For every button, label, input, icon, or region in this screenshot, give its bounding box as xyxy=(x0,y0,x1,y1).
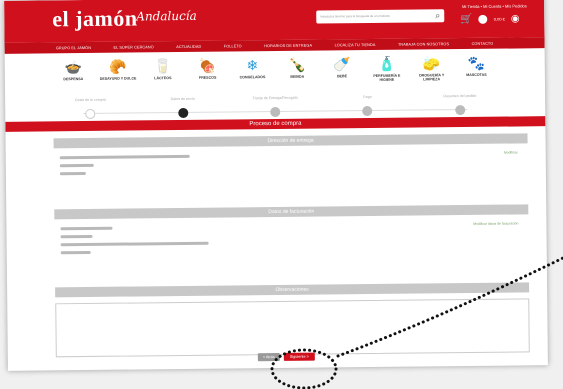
nav-item[interactable]: EL SÚPER CERCANO xyxy=(113,45,153,49)
search-icon[interactable]: ⌕ xyxy=(435,10,440,21)
step-indicator xyxy=(177,107,188,119)
perfume-icon: 🧴 xyxy=(377,55,396,72)
search-placeholder: Introduzca término para la búsqueda de u… xyxy=(320,13,390,19)
checkout-page: el jamón Andalucía Introduzca término pa… xyxy=(4,0,548,371)
brand-logo[interactable]: el jamón xyxy=(52,5,138,32)
form-buttons: < Atrás Siguiente > xyxy=(257,352,315,362)
category-bebida[interactable]: 🍾 BEBIDA xyxy=(277,56,317,92)
step-indicator xyxy=(270,106,281,118)
category-frescos[interactable]: 🍖 FRESCOS xyxy=(187,57,227,93)
delivery-phone-line xyxy=(59,171,86,176)
delivery-modify-link[interactable]: Modificar xyxy=(504,150,518,154)
paw-icon: 🐾 xyxy=(467,54,486,71)
billing-section: Datos de facturación Modificar datos de … xyxy=(54,204,529,255)
search-input[interactable]: Introduzca término para la búsqueda de u… xyxy=(316,9,445,24)
brand-logo-script: Andalucía xyxy=(136,8,197,24)
cart-amount: 0,00 € xyxy=(493,16,505,22)
nav-item[interactable]: HORARIOS DE ENTREGA xyxy=(264,43,312,48)
baby-icon: 🍼 xyxy=(333,56,351,73)
breakfast-icon: 🥐 xyxy=(109,58,127,75)
fresh-icon: 🍖 xyxy=(198,57,217,74)
billing-address-line xyxy=(60,241,209,247)
nav-item[interactable]: CONTACTO xyxy=(472,41,494,45)
nav-item[interactable]: ACTUALIDAD xyxy=(176,44,201,48)
observations-header: Observaciones xyxy=(55,282,530,298)
delivery-header: Dirección de entrega xyxy=(53,133,528,149)
snowflake-icon: ❄ xyxy=(246,57,259,74)
site-header: el jamón Andalucía Introduzca término pa… xyxy=(4,0,545,43)
nav-item[interactable]: GRUPO EL JAMÓN xyxy=(56,45,91,49)
header-icons: 🛒 0,00 € ◉ xyxy=(460,13,519,25)
delivery-address-line xyxy=(59,154,190,160)
category-drogueria[interactable]: 🧽 DROGUERÍA Y LIMPIEZA xyxy=(411,54,451,90)
category-perfumeria[interactable]: 🧴 PERFUMERÍA E HIGIENE xyxy=(367,55,407,91)
category-despensa[interactable]: 🍲 DESPENSA xyxy=(53,58,93,94)
bottle-icon: 🍾 xyxy=(288,56,306,73)
step-indicator xyxy=(85,108,96,119)
cart-icon[interactable]: 🛒 xyxy=(460,14,473,25)
delivery-city-line xyxy=(59,163,94,168)
billing-name-line xyxy=(60,226,113,231)
nav-item[interactable]: LOCALIZA TU TIENDA xyxy=(335,42,376,46)
step-indicator xyxy=(454,105,466,116)
user-icon[interactable]: ◉ xyxy=(511,13,520,24)
observations-section: Observaciones xyxy=(55,282,530,358)
back-button[interactable]: < Atrás xyxy=(257,352,280,362)
next-button[interactable]: Siguiente > xyxy=(283,352,315,361)
category-bebe[interactable]: 🍼 BEBÉ xyxy=(322,55,362,91)
nav-item[interactable]: FOLLETO xyxy=(224,44,242,48)
account-links[interactable]: Mi Tienda • Mi Cuenta • Mis Pedidos xyxy=(462,3,527,9)
nav-item[interactable]: TRABAJA CON NOSOTROS xyxy=(398,42,449,47)
cart-count-badge xyxy=(478,14,488,24)
observations-textarea[interactable] xyxy=(55,298,530,358)
delivery-section: Dirección de entrega Modificar xyxy=(53,133,528,176)
category-lacteos[interactable]: 🥛 LÁCTEOS xyxy=(143,57,183,93)
category-desayuno[interactable]: 🥐 DESAYUNO Y DULCE xyxy=(98,57,138,93)
cleaning-icon: 🧽 xyxy=(422,55,441,72)
category-bar: 🍲 DESPENSA 🥐 DESAYUNO Y DULCE 🥛 LÁCTEOS 🍖 FR… xyxy=(5,48,545,95)
billing-modify-link[interactable]: Modificar datos de facturación xyxy=(473,221,518,225)
billing-header: Datos de facturación xyxy=(54,204,529,220)
pot-icon: 🍲 xyxy=(64,59,82,76)
category-congelados[interactable]: ❄ CONGELADOS xyxy=(232,56,272,92)
milk-icon: 🥛 xyxy=(153,58,172,75)
billing-city-line xyxy=(60,250,91,255)
step-indicator xyxy=(362,105,373,117)
category-mascotas[interactable]: 🐾 MASCOTAS xyxy=(456,54,496,90)
billing-id-line xyxy=(60,234,93,239)
